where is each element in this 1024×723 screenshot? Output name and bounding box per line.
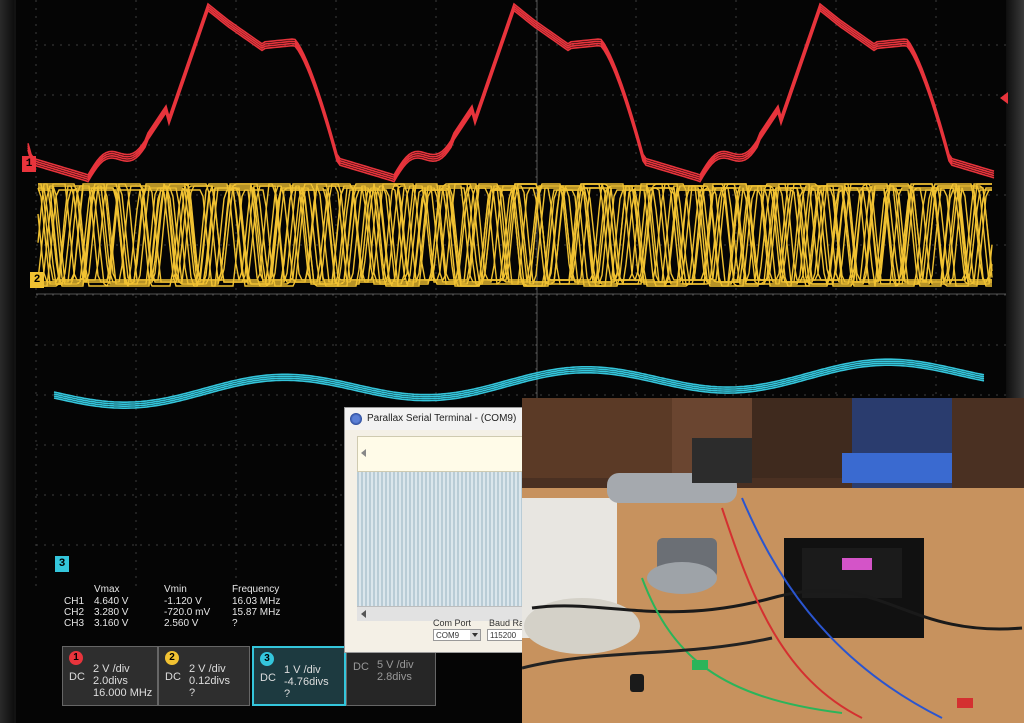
channel-3-badge: 3 (260, 652, 274, 666)
com-port-value: COM9 (436, 631, 460, 640)
channel-2-vdiv: 2 V /div (189, 663, 226, 675)
channel-3-coupling: DC (260, 672, 276, 684)
ch1-trace-line (27, 4, 995, 179)
caret-left-icon (361, 449, 366, 457)
channel-2-box[interactable]: 2 DC 2 V /div 0.12divs ? (158, 646, 250, 706)
meas-ch3-vmin: 2.560 V (164, 618, 199, 629)
ch1-marker: 1 (22, 156, 36, 172)
channel-1-badge: 1 (69, 651, 83, 665)
monitor-frame-right (1006, 0, 1024, 400)
terminal-receive-pane[interactable] (357, 472, 523, 612)
meas-ch1-vmin: -1.120 V (164, 596, 202, 607)
meas-vmax-header: Vmax (94, 584, 120, 595)
monitor-frame-left (0, 0, 14, 723)
channel-1-box[interactable]: 1 DC 2 V /div 2.0divs 16.000 MHz (62, 646, 158, 706)
terminal-title: Parallax Serial Terminal - (COM9) (367, 413, 517, 424)
ch1-trace-line (27, 2, 995, 176)
terminal-transmit-field[interactable] (357, 436, 523, 472)
channel-3-vdiv: 1 V /div (284, 664, 321, 676)
channel-2-extra: ? (189, 687, 196, 699)
channel-1-frequency: 16.000 MHz (93, 687, 153, 699)
channel-2-offset: 0.12divs (189, 675, 230, 687)
meas-ch1-vmax: 4.640 V (94, 596, 129, 607)
com-port-label: Com Port (433, 618, 472, 628)
channel-2-badge: 2 (165, 651, 179, 665)
channel-4-vdiv: 5 V /div (377, 659, 414, 671)
chevron-down-icon[interactable] (470, 630, 480, 640)
serial-terminal-window[interactable]: Parallax Serial Terminal - (COM9) Com Po… (344, 407, 524, 653)
channel-1-vdiv: 2 V /div (93, 663, 130, 675)
scroll-left-icon[interactable] (361, 610, 366, 618)
channel-2-coupling: DC (165, 671, 181, 683)
channel-4-box[interactable]: 4 DC 5 V /div 2.8divs (346, 646, 436, 706)
parallax-app-icon (350, 413, 362, 425)
bench-photo (522, 398, 1024, 723)
channel-4-offset: 2.8divs (377, 671, 412, 683)
meas-ch2-vmin: -720.0 mV (164, 607, 211, 618)
ch2-marker: 2 (30, 272, 44, 288)
meas-ch3-vmax: 3.160 V (94, 618, 129, 629)
baud-rate-label: Baud Ra (489, 618, 525, 628)
channel-3-offset: -4.76divs (284, 676, 329, 688)
meas-vmin-header: Vmin (164, 584, 187, 595)
meas-ch1-frequency: 16.03 MHz (232, 596, 281, 607)
trigger-level-icon (1000, 92, 1008, 104)
baud-rate-select[interactable]: 115200 (487, 629, 523, 641)
terminal-titlebar[interactable]: Parallax Serial Terminal - (COM9) (345, 408, 523, 430)
ch1-trace (27, 2, 995, 183)
baud-rate-value: 115200 (490, 631, 517, 640)
channel-3-box[interactable]: 3 DC 1 V /div -4.76divs ? (252, 646, 346, 706)
meas-ch3-frequency: ? (232, 618, 238, 629)
meas-ch2-frequency: 15.87 MHz (232, 607, 281, 618)
channel-4-coupling: DC (353, 661, 369, 673)
com-port-select[interactable]: COM9 (433, 629, 481, 641)
channel-3-extra: ? (284, 688, 291, 700)
meas-ch2-vmax: 3.280 V (94, 607, 129, 618)
meas-frequency-header: Frequency (232, 584, 280, 595)
ch2-trace (37, 183, 993, 287)
channel-1-coupling: DC (69, 671, 85, 683)
ch1-trace-line (27, 9, 995, 183)
meas-ch2-label: CH2 (64, 607, 85, 618)
meas-ch1-label: CH1 (64, 596, 85, 607)
ch3-marker: 3 (55, 556, 69, 572)
workbench-photo-image (522, 398, 1024, 723)
ch1-trace-line (27, 7, 995, 181)
meas-ch3-label: CH3 (64, 618, 85, 629)
channel-1-offset: 2.0divs (93, 675, 128, 687)
